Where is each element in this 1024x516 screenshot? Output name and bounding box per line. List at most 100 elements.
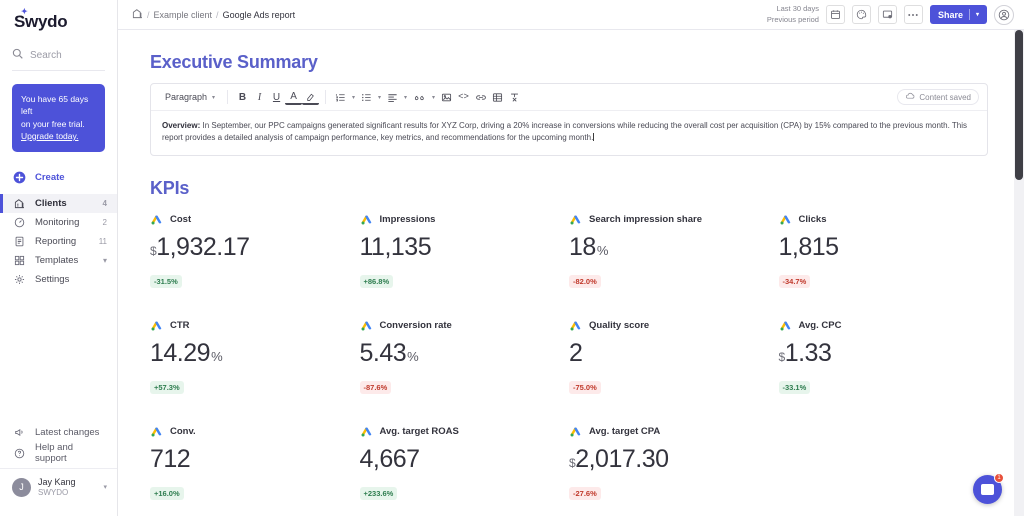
sidebar-item-reporting[interactable]: Reporting 11: [0, 232, 117, 251]
kpi-card[interactable]: Clicks 1,815 -34.7%: [778, 213, 989, 289]
chevron-down-icon[interactable]: ▾: [103, 483, 107, 491]
avatar: J: [12, 477, 31, 497]
date-range-secondary: Previous period: [766, 14, 819, 24]
kpi-change-badge: -27.6%: [569, 486, 601, 500]
share-label: Share: [937, 9, 963, 20]
align-icon[interactable]: [384, 89, 401, 106]
image-icon[interactable]: [438, 89, 455, 106]
share-button[interactable]: Share ▾: [929, 5, 987, 24]
kpi-name: Cost: [170, 213, 192, 225]
kpi-card[interactable]: Avg. target ROAS 4,667 +233.6%: [359, 425, 570, 501]
bullet-list-icon[interactable]: [358, 89, 375, 106]
align-caret-icon[interactable]: ▾: [401, 94, 410, 101]
kpi-unit: %: [211, 348, 223, 364]
date-range[interactable]: Last 30 days Previous period: [767, 4, 819, 24]
sidebar-item-latest-changes[interactable]: Latest changes: [0, 422, 117, 443]
chat-widget-button[interactable]: 1: [973, 473, 1004, 504]
kpi-header: Avg. target ROAS: [360, 425, 560, 438]
highlight-icon[interactable]: [302, 90, 320, 105]
overview-text: In September, our PPC campaigns generate…: [162, 121, 968, 143]
sidebar-item-help[interactable]: Help and support: [0, 442, 117, 464]
sidebar-item-label: Monitoring: [35, 217, 80, 229]
editor-toolbar: Paragraph ▾ B I U A ▾ ▾ ▾ ▾ <> Content s…: [151, 84, 987, 111]
reporting-count: 11: [98, 237, 107, 247]
kpi-card[interactable]: Search impression share 18% -82.0%: [569, 213, 779, 289]
ordered-list-caret-icon[interactable]: ▾: [349, 94, 358, 101]
logo-spark-icon: ✦: [21, 7, 28, 16]
share-divider: [968, 9, 970, 20]
google-ads-icon: [569, 319, 582, 332]
kpi-change-badge: -75.0%: [569, 380, 601, 394]
present-icon[interactable]: [877, 5, 897, 24]
trial-line-1: You have 65 days left: [21, 94, 89, 117]
breadcrumb-report[interactable]: Google Ads report: [223, 10, 296, 20]
paragraph-style-select[interactable]: Paragraph ▾: [159, 88, 221, 106]
bullet-list-caret-icon[interactable]: ▾: [375, 94, 384, 101]
kpi-card[interactable]: Quality score 2 -75.0%: [569, 319, 779, 395]
sidebar: ✦Swydo You have 65 days left on your fre…: [0, 0, 118, 516]
kpi-number: 1.33: [784, 338, 832, 367]
kpi-header: Avg. CPC: [779, 319, 979, 332]
more-icon[interactable]: [903, 5, 923, 24]
kpi-number: 1,932.17: [156, 232, 250, 261]
kpi-name: Conv.: [170, 425, 196, 437]
scrollbar-thumb[interactable]: [1015, 30, 1023, 180]
kpi-unit: %: [407, 348, 419, 364]
google-ads-icon: [569, 425, 582, 438]
code-icon[interactable]: <>: [455, 89, 472, 106]
link-icon[interactable]: [472, 89, 489, 106]
sidebar-item-settings[interactable]: Settings: [0, 270, 117, 289]
scrollbar[interactable]: [1014, 30, 1024, 516]
user-menu[interactable]: J Jay Kang SWYDO ▾: [0, 467, 117, 508]
kpi-value: 14.29%: [150, 340, 350, 366]
toolbar-divider: [227, 90, 229, 104]
ordered-list-icon[interactable]: [332, 89, 349, 106]
quote-icon[interactable]: [410, 89, 429, 106]
search-container[interactable]: [12, 46, 105, 71]
sidebar-item-label: Settings: [35, 274, 70, 286]
calendar-icon[interactable]: [825, 5, 845, 24]
palette-icon[interactable]: [851, 5, 871, 24]
account-icon[interactable]: [994, 4, 1014, 25]
google-ads-icon: [779, 319, 792, 332]
table-icon[interactable]: [489, 89, 506, 106]
text-color-icon[interactable]: A: [285, 90, 303, 105]
clear-format-icon[interactable]: [506, 89, 523, 106]
search-input[interactable]: [30, 49, 105, 61]
sidebar-item-clients[interactable]: Clients 4: [0, 194, 117, 214]
kpi-header: Clicks: [779, 213, 979, 226]
italic-button[interactable]: I: [251, 89, 268, 106]
kpi-card[interactable]: CTR 14.29% +57.3%: [150, 319, 360, 395]
sidebar-item-label: Templates: [35, 255, 79, 267]
kpi-name: Quality score: [589, 319, 650, 331]
kpi-change-badge: -31.5%: [150, 274, 182, 288]
create-button[interactable]: Create: [0, 166, 117, 188]
kpi-card[interactable]: Avg. target CPA $2,017.30 -27.6%: [569, 425, 779, 501]
kpi-card[interactable]: Cost $1,932.17 -31.5%: [150, 213, 360, 289]
sidebar-item-monitoring[interactable]: Monitoring 2: [0, 213, 117, 232]
chevron-down-icon[interactable]: ▾: [976, 11, 979, 18]
kpi-card[interactable]: Avg. CPC $1.33 -33.1%: [778, 319, 989, 395]
sidebar-item-templates[interactable]: Templates ▾: [0, 251, 117, 270]
kpi-card[interactable]: Conversion rate 5.43% -87.6%: [359, 319, 570, 395]
text-editor: Paragraph ▾ B I U A ▾ ▾ ▾ ▾ <> Content s…: [150, 83, 988, 156]
kpi-number: 2,017.30: [575, 444, 669, 473]
upgrade-link[interactable]: Upgrade today.: [21, 130, 79, 142]
plus-circle-icon: [13, 171, 26, 184]
underline-button[interactable]: U: [268, 89, 285, 106]
breadcrumb-client[interactable]: Example client: [154, 10, 213, 20]
editor-content[interactable]: Overview: In September, our PPC campaign…: [151, 111, 987, 155]
kpi-card[interactable]: Conv. 712 +16.0%: [150, 425, 360, 501]
kpi-header: Cost: [150, 213, 350, 226]
quote-caret-icon[interactable]: ▾: [429, 94, 438, 101]
home-icon[interactable]: [132, 8, 143, 21]
kpi-card[interactable]: Impressions 11,135 +86.8%: [359, 213, 570, 289]
kpi-number: 1,815: [778, 232, 840, 261]
clients-count: 4: [102, 199, 107, 209]
overview-label: Overview:: [162, 121, 201, 130]
bold-button[interactable]: B: [234, 89, 251, 106]
logo-container[interactable]: ✦ Swydo: [0, 0, 117, 40]
kpi-name: Clicks: [798, 213, 827, 225]
breadcrumb-separator: /: [147, 9, 150, 20]
